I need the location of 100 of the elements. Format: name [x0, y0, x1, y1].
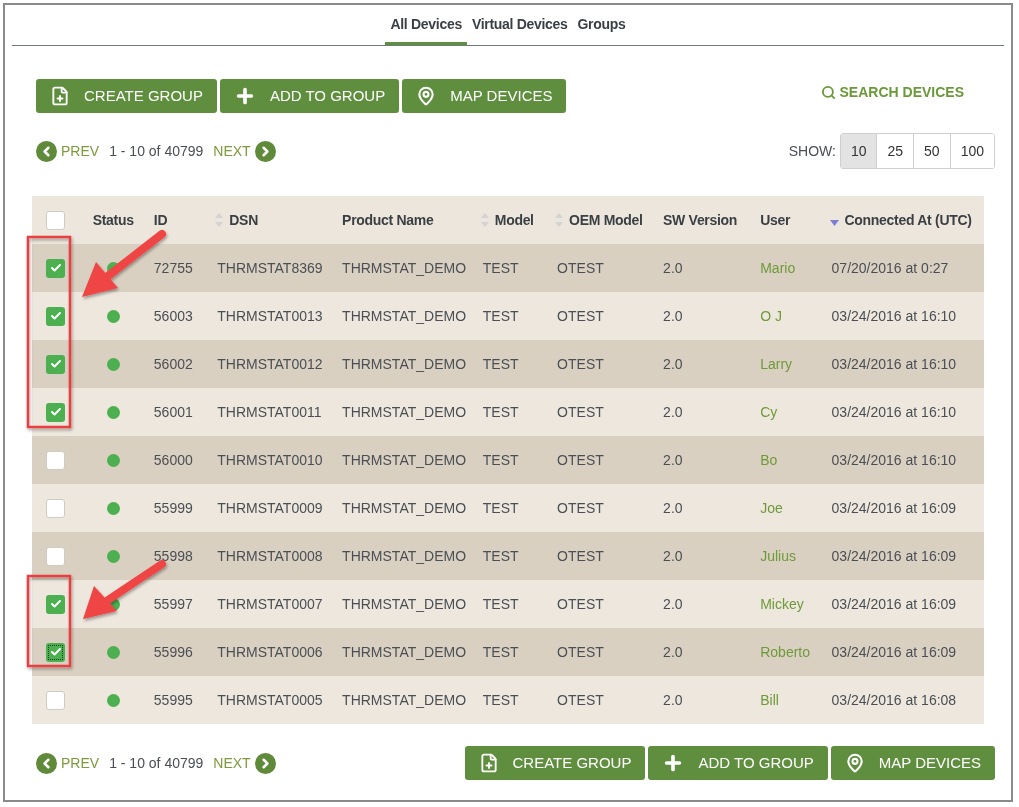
checkbox[interactable] — [46, 258, 66, 278]
chevron-left-icon — [36, 140, 57, 162]
table-cell: THRMSTAT_DEMO — [342, 403, 466, 420]
checkbox[interactable] — [46, 354, 66, 374]
action-button[interactable]: MAP DEVICES — [830, 746, 995, 780]
checkbox[interactable] — [46, 690, 66, 710]
chevron-right-icon — [254, 140, 276, 162]
table-cell: OTEST — [557, 499, 604, 516]
tab[interactable]: All Devices — [385, 6, 467, 45]
sort-icon[interactable] — [480, 213, 489, 227]
table-cell: 03/24/2016 at 16:09 — [831, 595, 957, 612]
table-row[interactable]: 56000 THRMSTAT0010 THRMSTAT_DEMO TEST OTEST 2.0 Bo 03/24/2016 at 16:10 — [32, 436, 984, 484]
table-cell: OTEST — [557, 691, 604, 708]
table-row[interactable]: 56002 THRMSTAT0012 THRMSTAT_DEMO TEST OTEST 2.0 Larry 03/24/2016 at 16:10 — [32, 340, 984, 388]
table-cell: THRMSTAT_DEMO — [342, 307, 466, 324]
table-cell: 2.0 — [663, 451, 683, 468]
file-plus-icon — [478, 753, 499, 773]
table-cell: 03/24/2016 at 16:10 — [831, 307, 957, 324]
table-cell: TEST — [482, 595, 519, 612]
table-cell: 2.0 — [663, 499, 683, 516]
table-cell: 55995 — [153, 691, 193, 708]
checkbox[interactable] — [46, 306, 66, 326]
column-header[interactable]: Connected At (UTC) — [844, 209, 972, 231]
action-button[interactable]: MAP DEVICES — [402, 79, 567, 113]
table-cell: 07/20/2016 at 0:27 — [831, 259, 949, 276]
prev-link[interactable]: PREV — [36, 140, 100, 162]
table-cell: 03/24/2016 at 16:08 — [831, 691, 957, 708]
page-size-option[interactable]: 100 — [949, 134, 994, 168]
table-cell: OTEST — [557, 259, 604, 276]
checkbox[interactable] — [46, 450, 66, 470]
table-cell: 03/24/2016 at 16:10 — [831, 451, 957, 468]
table-cell: 55998 — [153, 547, 193, 564]
table-cell: THRMSTAT0010 — [217, 451, 323, 468]
sort-icon[interactable] — [215, 213, 224, 227]
checkbox[interactable] — [46, 210, 66, 230]
table-cell: 56002 — [153, 355, 193, 372]
table-row[interactable]: 56001 THRMSTAT0011 THRMSTAT_DEMO TEST OTEST 2.0 Cy 03/24/2016 at 16:10 — [32, 388, 984, 436]
map-pin-icon — [416, 86, 437, 106]
check-icon — [49, 598, 62, 610]
table-cell: THRMSTAT0012 — [217, 355, 323, 372]
next-link[interactable]: NEXT — [213, 752, 276, 774]
table-cell: THRMSTAT_DEMO — [342, 547, 466, 564]
show-label: SHOW: — [788, 141, 836, 161]
table-cell: TEST — [482, 499, 519, 516]
table-cell: THRMSTAT0011 — [217, 403, 322, 420]
action-button[interactable]: ADD TO GROUP — [648, 746, 828, 780]
action-button[interactable]: ADD TO GROUP — [219, 79, 400, 113]
table-cell: TEST — [482, 643, 519, 660]
search-devices-link[interactable]: SEARCH DEVICES — [820, 81, 964, 103]
checkbox[interactable] — [46, 402, 66, 422]
table-row[interactable]: 55997 THRMSTAT0007 THRMSTAT_DEMO TEST OTEST 2.0 Mickey 03/24/2016 at 16:09 — [32, 580, 984, 628]
table-cell: TEST — [482, 355, 519, 372]
table-cell: THRMSTAT_DEMO — [342, 355, 466, 372]
map-pin-icon — [844, 753, 865, 773]
table-row[interactable]: 55995 THRMSTAT0005 THRMSTAT_DEMO TEST OTEST 2.0 Bill 03/24/2016 at 16:08 — [32, 676, 984, 724]
table-cell: THRMSTAT_DEMO — [342, 595, 466, 612]
table-cell: OTEST — [557, 451, 604, 468]
table-cell: OTEST — [557, 547, 604, 564]
table-row[interactable]: 56003 THRMSTAT0013 THRMSTAT_DEMO TEST OTEST 2.0 O J 03/24/2016 at 16:10 — [32, 292, 984, 340]
column-header[interactable]: OEM Model — [569, 209, 643, 231]
tab[interactable]: Groups — [572, 6, 631, 45]
table-cell: 56000 — [153, 451, 193, 468]
check-icon — [49, 310, 62, 322]
checkbox[interactable] — [46, 546, 66, 566]
table-row[interactable]: 72755 THRMSTAT8369 THRMSTAT_DEMO TEST OTEST 2.0 Mario 07/20/2016 at 0:27 — [32, 244, 984, 292]
table-row[interactable]: 55996 THRMSTAT0006 THRMSTAT_DEMO TEST OTEST 2.0 Roberto 03/24/2016 at 16:09 — [32, 628, 984, 676]
check-icon — [49, 406, 62, 418]
sort-icon[interactable] — [555, 213, 564, 227]
table-cell: THRMSTAT0009 — [217, 499, 323, 516]
table-row[interactable]: 55999 THRMSTAT0009 THRMSTAT_DEMO TEST OTEST 2.0 Joe 03/24/2016 at 16:09 — [32, 484, 984, 532]
action-button[interactable]: CREATE GROUP — [464, 746, 646, 780]
column-header[interactable]: DSN — [229, 209, 258, 231]
table-cell: 2.0 — [663, 691, 683, 708]
checkbox[interactable] — [46, 594, 66, 614]
checkbox[interactable] — [46, 498, 66, 518]
table-cell: 03/24/2016 at 16:09 — [831, 499, 957, 516]
table-cell: TEST — [482, 307, 519, 324]
page-size-option[interactable]: 10 — [840, 134, 877, 168]
table-cell: THRMSTAT_DEMO — [342, 451, 466, 468]
table-cell: 03/24/2016 at 16:09 — [831, 547, 957, 564]
table-cell: THRMSTAT0007 — [217, 595, 323, 612]
table-cell: OTEST — [557, 307, 604, 324]
table-cell: THRMSTAT_DEMO — [342, 691, 466, 708]
column-header: Product Name — [342, 210, 434, 230]
table-cell: 03/24/2016 at 16:10 — [831, 355, 957, 372]
table-row[interactable]: 55998 THRMSTAT0008 THRMSTAT_DEMO TEST OTEST 2.0 Julius 03/24/2016 at 16:09 — [32, 532, 984, 580]
table-cell: 2.0 — [663, 547, 683, 564]
tab[interactable]: Virtual Devices — [466, 6, 573, 45]
next-link[interactable]: NEXT — [213, 140, 276, 162]
sort-descending-icon[interactable] — [829, 220, 839, 226]
table-cell: THRMSTAT0008 — [217, 547, 323, 564]
column-header: User — [760, 210, 791, 230]
table-cell: 56003 — [153, 307, 193, 324]
prev-link[interactable]: PREV — [36, 752, 100, 774]
table-cell: 55997 — [153, 595, 193, 612]
table-cell: 72755 — [153, 259, 193, 276]
file-plus-icon — [50, 86, 70, 106]
action-button[interactable]: CREATE GROUP — [36, 79, 217, 113]
column-header[interactable]: Model — [494, 209, 534, 231]
table-cell: TEST — [482, 403, 519, 420]
